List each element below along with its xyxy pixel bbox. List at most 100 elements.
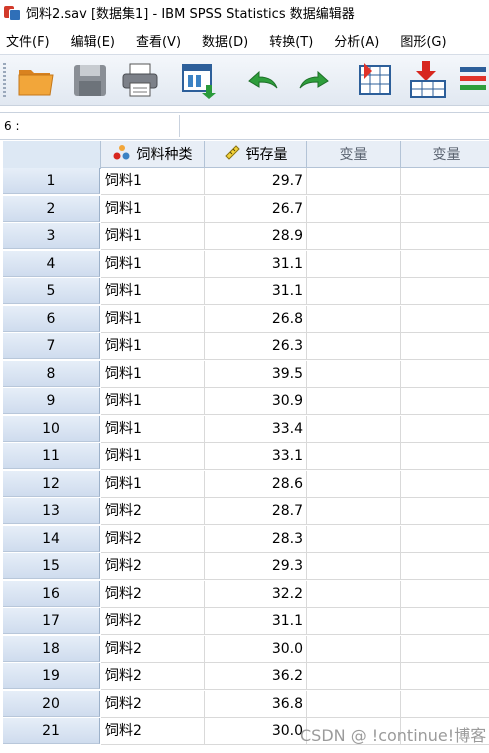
cell-empty[interactable] [401,196,489,223]
cell-feed-type[interactable]: 饲料2 [101,580,205,608]
cell-empty[interactable] [307,553,401,580]
row-number[interactable]: 9 [3,388,100,414]
cell-empty[interactable] [401,581,489,608]
cell-feed-type[interactable]: 饲料1 [101,278,205,305]
cell-calcium[interactable]: 33.4 [205,415,307,443]
cell-feed-type[interactable]: 饲料1 [101,223,205,250]
cell-calcium[interactable]: 30.0 [205,635,307,663]
cell-empty[interactable] [307,388,401,415]
grid-corner[interactable] [3,141,101,169]
cell-calcium[interactable]: 36.8 [205,690,307,718]
cell-feed-type[interactable]: 饲料2 [101,553,205,580]
cell-empty[interactable] [401,636,489,663]
cell-calcium[interactable]: 33.1 [205,443,307,470]
cell-feed-type[interactable]: 饲料2 [101,663,205,690]
cell-empty[interactable] [401,663,489,690]
undo-icon[interactable] [243,61,283,99]
row-number[interactable]: 21 [3,718,100,744]
menu-file[interactable]: 文件(F) [0,31,54,50]
cell-empty[interactable] [307,525,401,553]
row-number[interactable]: 12 [3,470,100,497]
cell-calcium[interactable]: 28.6 [205,470,307,498]
print-icon[interactable] [120,61,160,99]
cell-feed-type[interactable]: 饲料2 [101,718,205,745]
cell-calcium[interactable]: 30.9 [205,388,307,415]
row-number[interactable]: 7 [3,333,100,359]
cell-feed-type[interactable]: 饲料1 [101,250,205,278]
cell-empty[interactable] [307,663,401,690]
cell-feed-type[interactable]: 饲料1 [101,305,205,333]
redo-icon[interactable] [294,61,334,99]
cell-empty[interactable] [307,470,401,498]
column-header-feed-type[interactable]: 饲料种类 [101,141,205,168]
cell-empty[interactable] [307,278,401,305]
cell-empty[interactable] [307,360,401,388]
row-number[interactable]: 5 [3,278,100,304]
save-icon[interactable] [70,61,110,99]
cell-feed-type[interactable]: 饲料1 [101,333,205,360]
cell-empty[interactable] [401,691,489,718]
menu-edit[interactable]: 编辑(E) [65,31,119,50]
menu-transform[interactable]: 转换(T) [263,31,317,50]
cell-feed-type[interactable]: 饲料1 [101,168,205,195]
cell-empty[interactable] [401,388,489,415]
menu-analyze[interactable]: 分析(A) [328,31,383,50]
insert-variable-icon[interactable] [458,61,489,99]
cell-calcium[interactable]: 28.3 [205,525,307,553]
cell-empty[interactable] [401,443,489,470]
cell-calcium[interactable]: 32.2 [205,580,307,608]
row-number[interactable]: 16 [3,580,100,607]
cell-empty[interactable] [401,553,489,580]
row-number[interactable]: 4 [3,250,100,277]
cell-empty[interactable] [401,498,489,525]
column-header-var2[interactable]: 变量 [401,141,489,168]
cell-empty[interactable] [307,168,401,195]
menu-graphs[interactable]: 图形(G) [394,31,450,50]
row-number[interactable]: 17 [3,608,100,634]
cell-feed-type[interactable]: 饲料1 [101,360,205,388]
cell-calcium[interactable]: 26.8 [205,305,307,333]
column-header-calcium[interactable]: 钙存量 [205,141,307,168]
cell-feed-type[interactable]: 饲料1 [101,195,205,223]
cell-empty[interactable] [307,250,401,278]
cell-calcium[interactable]: 39.5 [205,360,307,388]
column-header-var1[interactable]: 变量 [307,141,401,168]
cell-feed-type[interactable]: 饲料2 [101,498,205,525]
cell-empty[interactable] [307,415,401,443]
cell-empty[interactable] [401,278,489,305]
cell-feed-type[interactable]: 饲料1 [101,443,205,470]
insert-cases-icon[interactable] [408,61,448,99]
cell-empty[interactable] [401,168,489,195]
goto-case-icon[interactable] [356,61,396,99]
cell-calcium[interactable]: 30.0 [205,718,307,745]
cell-calcium[interactable]: 31.1 [205,278,307,305]
row-number[interactable]: 20 [3,690,100,717]
cell-calcium[interactable]: 31.1 [205,608,307,635]
cell-empty[interactable] [401,416,489,443]
cell-empty[interactable] [401,306,489,333]
cell-empty[interactable] [401,333,489,360]
cell-empty[interactable] [307,195,401,223]
menu-data[interactable]: 数据(D) [196,31,252,50]
row-number[interactable]: 3 [3,223,100,249]
cell-calcium[interactable]: 29.3 [205,553,307,580]
cell-empty[interactable] [401,608,489,635]
cell-empty[interactable] [307,580,401,608]
open-folder-icon[interactable] [16,61,56,99]
recall-dialog-icon[interactable] [180,61,220,99]
row-number[interactable]: 13 [3,498,100,524]
row-number[interactable]: 14 [3,525,100,552]
cell-empty[interactable] [401,223,489,250]
cell-feed-type[interactable]: 饲料1 [101,415,205,443]
row-number[interactable]: 10 [3,415,100,442]
cell-empty[interactable] [307,635,401,663]
cell-empty[interactable] [307,608,401,635]
cell-calcium[interactable]: 26.3 [205,333,307,360]
cell-feed-type[interactable]: 饲料1 [101,388,205,415]
row-number[interactable]: 2 [3,195,100,222]
cell-feed-type[interactable]: 饲料2 [101,525,205,553]
cell-calcium[interactable]: 36.2 [205,663,307,690]
cell-calcium[interactable]: 26.7 [205,195,307,223]
cell-feed-type[interactable]: 饲料2 [101,635,205,663]
cell-empty[interactable] [307,443,401,470]
